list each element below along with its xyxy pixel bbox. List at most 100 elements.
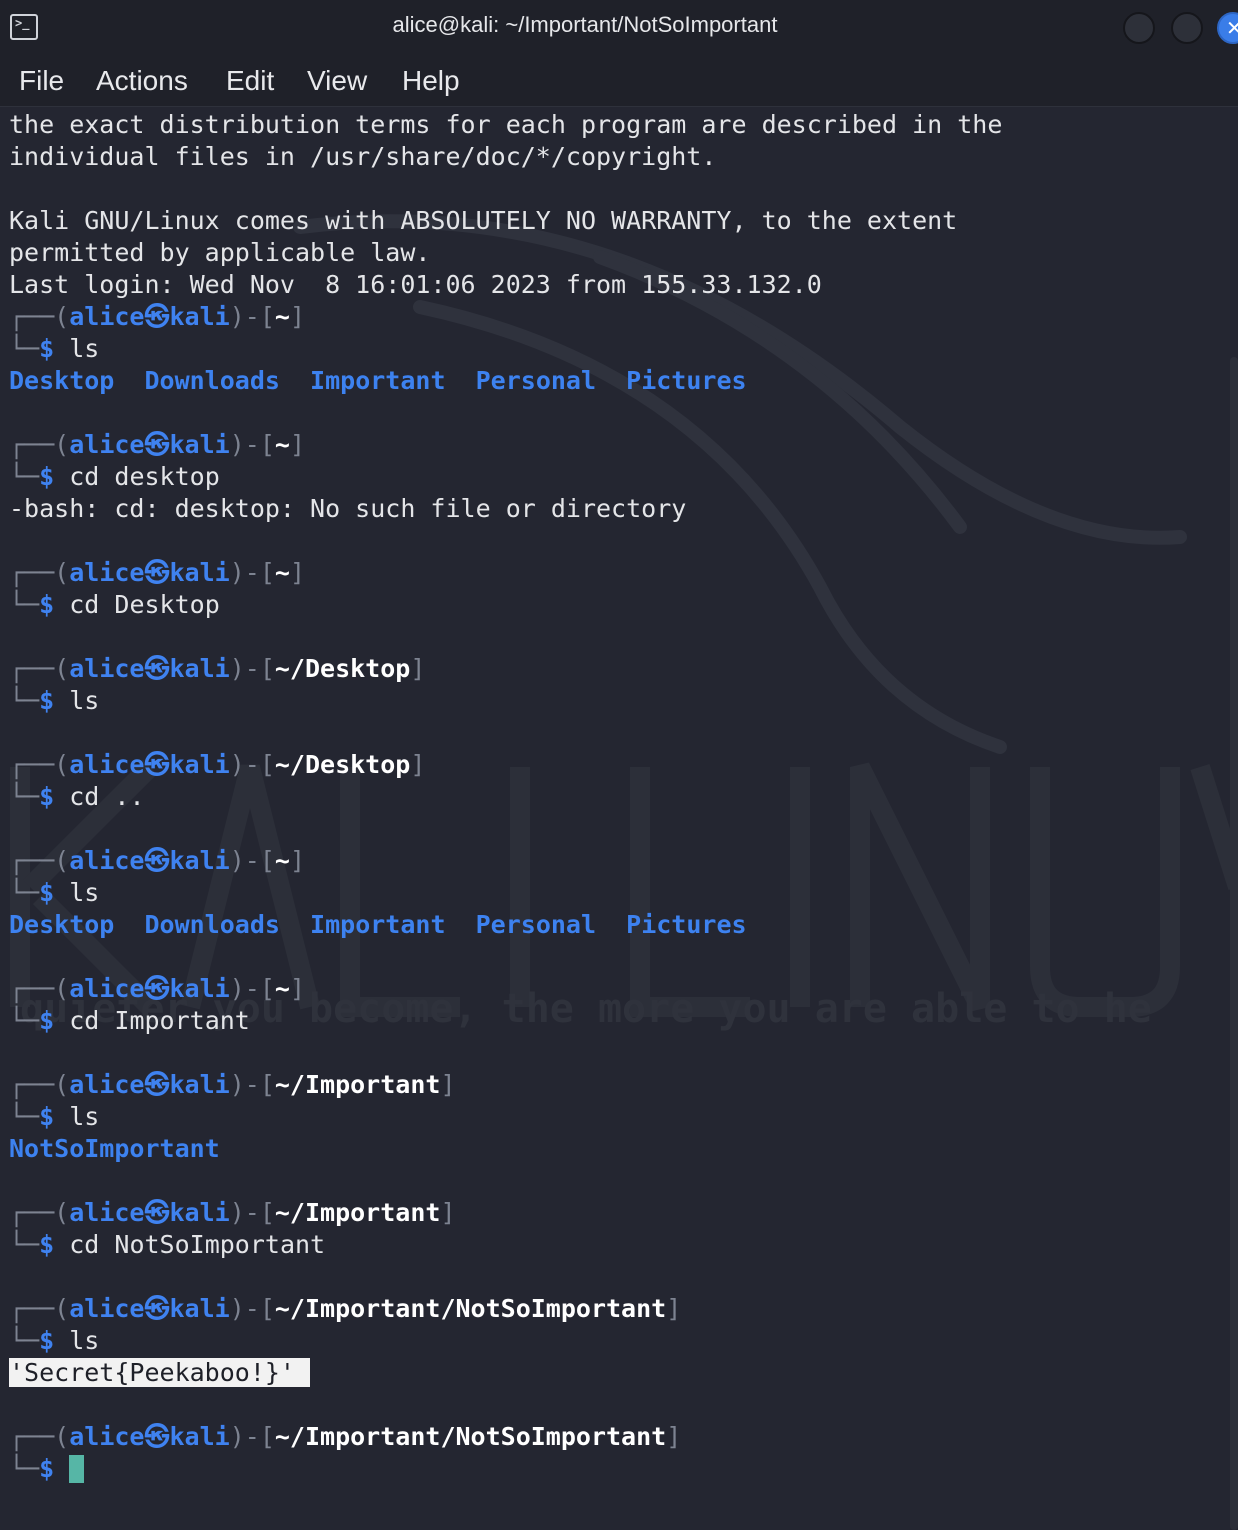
prompt-header: ┌──(alice㉿kali)-[~/Important] [9,1198,456,1227]
prompt-user: alice [69,1198,145,1227]
prompt-at-symbol: ㉿ [144,974,170,1003]
prompt-cwd: ~/Desktop [274,654,411,683]
directory-entry[interactable]: Important [310,910,445,939]
command-text: cd Desktop [69,590,220,619]
close-icon: ✕ [1226,16,1238,40]
command-line: └─$ cd Important [9,1006,250,1035]
prompt-at-symbol: ㉿ [144,558,170,587]
command-line: └─$ cd .. [9,782,145,811]
directory-entry[interactable]: Pictures [626,366,746,395]
scrollbar[interactable] [1230,357,1238,1530]
ls-output: 'Secret{Peekaboo!}' [9,1357,311,1389]
command-line: └─$ cd Desktop [9,590,220,619]
prompt-at-symbol: ㉿ [144,430,170,459]
command-text: ls [69,878,100,907]
prompt-host: kali [169,1198,230,1227]
prompt-cwd: ~ [274,846,290,875]
command-text: ls [69,1102,100,1131]
prompt-symbol: $ [39,1230,55,1259]
prompt-host: kali [169,558,230,587]
command-text: ls [69,686,100,715]
prompt-host: kali [169,302,230,331]
menu-file[interactable]: File [19,64,64,98]
prompt-at-symbol: ㉿ [144,1422,170,1451]
window-title: alice@kali: ~/Important/NotSoImportant [392,12,778,37]
prompt-symbol: $ [39,686,55,715]
error-text: -bash: cd: desktop: No such file or dire… [9,494,687,523]
prompt-header: ┌──(alice㉿kali)-[~] [9,430,305,459]
prompt-header: ┌──(alice㉿kali)-[~/Important/NotSoImport… [9,1294,682,1323]
ls-output: NotSoImportant [9,1133,220,1165]
menu-actions[interactable]: Actions [96,64,188,98]
prompt-cwd: ~/Important/NotSoImportant [274,1422,667,1451]
prompt-symbol: $ [39,1326,55,1355]
motd-line: individual files in /usr/share/doc/*/cop… [9,142,717,171]
command-text: cd desktop [69,462,220,491]
command-line: └─$ [9,1453,85,1485]
prompt-header: ┌──(alice㉿kali)-[~] [9,558,305,587]
prompt-host: kali [169,846,230,875]
directory-entry[interactable]: NotSoImportant [9,1134,220,1163]
prompt-cwd: ~ [274,430,290,459]
prompt-at-symbol: ㉿ [144,846,170,875]
prompt-host: kali [169,750,230,779]
command-line: └─$ ls [9,1326,100,1355]
prompt-user: alice [69,302,145,331]
prompt-user: alice [69,654,145,683]
command-line: └─$ cd NotSoImportant [9,1230,326,1259]
prompt-symbol: $ [39,590,55,619]
prompt-symbol: $ [39,462,55,491]
command-text: cd NotSoImportant [69,1230,326,1259]
prompt-at-symbol: ㉿ [144,1198,170,1227]
prompt-cwd: ~/Important [274,1198,441,1227]
command-line: └─$ ls [9,878,100,907]
prompt-host: kali [169,654,230,683]
menu-edit[interactable]: Edit [226,64,274,98]
title-bar: >_ alice@kali: ~/Important/NotSoImportan… [0,0,1238,56]
directory-entry[interactable]: Desktop [9,366,114,395]
prompt-host: kali [169,974,230,1003]
motd-line: Kali GNU/Linux comes with ABSOLUTELY NO … [9,206,958,235]
command-line: └─$ ls [9,1102,100,1131]
directory-entry[interactable]: Downloads [144,366,279,395]
prompt-cwd: ~ [274,302,290,331]
prompt-cwd: ~ [274,558,290,587]
directory-entry[interactable]: Downloads [144,910,279,939]
minimize-button[interactable] [1123,12,1155,44]
directory-entry[interactable]: Personal [476,366,596,395]
prompt-user: alice [69,974,145,1003]
prompt-host: kali [169,1070,230,1099]
prompt-user: alice [69,750,145,779]
prompt-at-symbol: ㉿ [144,1070,170,1099]
selected-file-entry[interactable]: 'Secret{Peekaboo!}' [9,1358,295,1387]
menu-help[interactable]: Help [402,64,460,98]
prompt-symbol: $ [39,334,55,363]
prompt-header: ┌──(alice㉿kali)-[~/Desktop] [9,654,426,683]
menu-bar: File Actions Edit View Help [0,56,1238,107]
prompt-at-symbol: ㉿ [144,654,170,683]
prompt-at-symbol: ㉿ [144,302,170,331]
menu-view[interactable]: View [307,64,367,98]
prompt-user: alice [69,1070,145,1099]
prompt-symbol: $ [39,1102,55,1131]
directory-entry[interactable]: Important [310,366,445,395]
prompt-header: ┌──(alice㉿kali)-[~] [9,974,305,1003]
prompt-at-symbol: ㉿ [144,1294,170,1323]
command-text: ls [69,334,100,363]
prompt-user: alice [69,1294,145,1323]
terminal-output[interactable]: quieter you become, the more you are abl… [0,107,1238,1530]
prompt-user: alice [69,430,145,459]
ls-output: Desktop Downloads Important Personal Pic… [9,365,747,397]
directory-entry[interactable]: Desktop [9,910,114,939]
maximize-button[interactable] [1171,12,1203,44]
prompt-cwd: ~/Desktop [274,750,411,779]
directory-entry[interactable]: Pictures [626,910,746,939]
text-cursor[interactable] [69,1455,85,1483]
prompt-cwd: ~ [274,974,290,1003]
directory-entry[interactable]: Personal [476,910,596,939]
terminal-window: >_ alice@kali: ~/Important/NotSoImportan… [0,0,1238,1530]
close-button[interactable]: ✕ [1217,12,1238,44]
prompt-symbol: $ [39,878,55,907]
prompt-host: kali [169,430,230,459]
prompt-user: alice [69,558,145,587]
